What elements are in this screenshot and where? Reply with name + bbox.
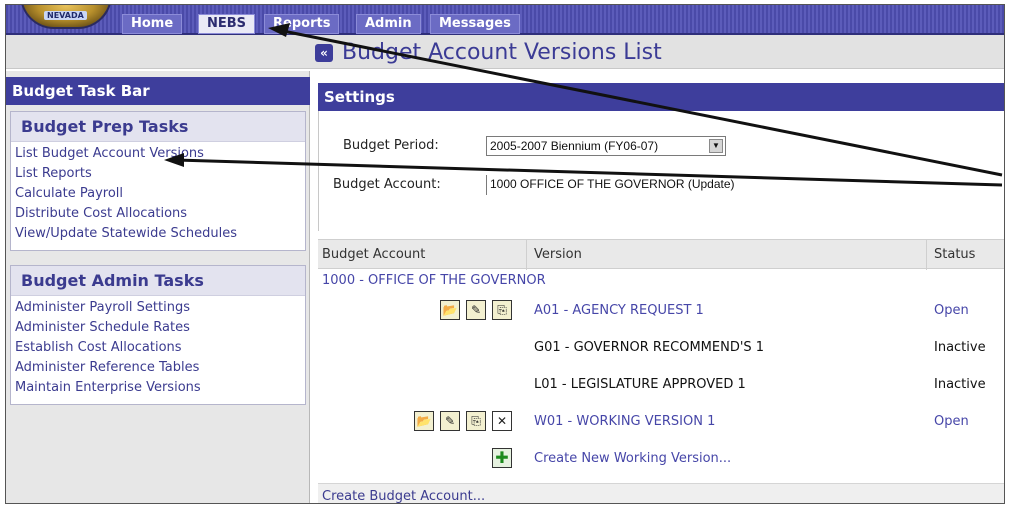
arrow-to-list-budget-account-versions <box>164 153 1003 187</box>
annotation-arrows <box>164 23 1003 187</box>
browser-frame: NEVADA Home NEBS Reports Admin Messages … <box>5 4 1005 504</box>
arrow-to-nebs <box>268 23 1003 177</box>
